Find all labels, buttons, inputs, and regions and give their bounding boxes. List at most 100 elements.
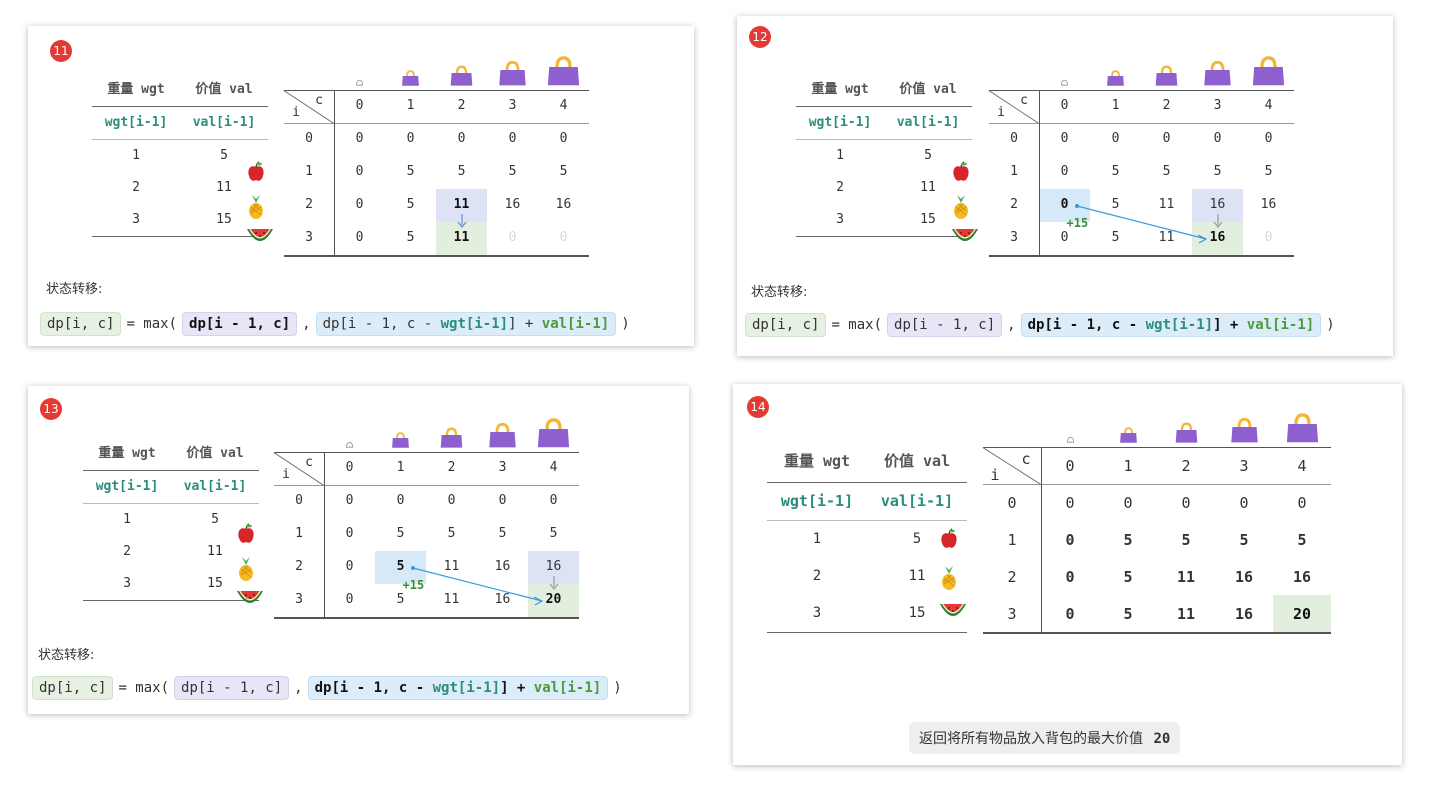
bag-size-2-icon [438, 426, 465, 453]
bag-size-1-icon [390, 431, 411, 453]
bag-size-2-icon [1153, 64, 1180, 91]
capacity-label: 4 [549, 459, 558, 475]
capacity-label: 1 [1111, 97, 1120, 113]
row-label: 3 [1010, 229, 1018, 245]
header-value: 价值 val [180, 70, 268, 107]
capacity-label: 4 [1264, 97, 1273, 113]
dp-cell: 5 [559, 163, 568, 179]
transition-formula: dp[i, c] = max( dp[i - 1, c] , dp[i - 1,… [745, 313, 1340, 337]
capacity-label: 2 [457, 97, 466, 113]
bag-size-3-icon [496, 59, 529, 91]
header-value: 价值 val [884, 70, 972, 107]
formula-max: = max( [118, 680, 170, 696]
capacity-label: 0 [1060, 97, 1069, 113]
capacity-label: 0 [1065, 456, 1075, 475]
dp-grid: i c 0 1 2 3 4 0 0 0 0 0 0 1 0 5 5 5 5 2 0 5 11 16 16 3 0 5 11 16 20 [940, 400, 1383, 634]
formula-close: ) [613, 680, 622, 696]
row-label: 1 [1007, 530, 1017, 549]
formula-lhs: dp[i, c] [745, 313, 827, 337]
corner-c-label: c [315, 93, 323, 108]
formula-comma: , [294, 680, 303, 696]
down-arrow [1213, 214, 1222, 228]
weight-cell: 1 [812, 530, 822, 547]
row-label: 1 [1010, 163, 1018, 179]
weights-table: 重量 wgt 价值 val wgt[i-1] val[i-1] 15 2 11 3 15 [767, 440, 967, 633]
corner-c-label: c [1020, 93, 1028, 108]
formula-comma: , [302, 316, 311, 332]
weight-cell: 1 [836, 147, 844, 163]
dp-cell: 0 [1297, 493, 1307, 512]
corner-i-label: i [282, 467, 290, 482]
dp-cell: 0 [508, 130, 517, 146]
header-weight: 重量 wgt [767, 440, 867, 483]
step-panel-11: 11 重量 wgt 价值 val wgt[i-1] val[i-1] 15 2 11 … [28, 26, 694, 346]
dp-cell: 5 [1111, 163, 1120, 179]
grid-header-line [284, 123, 589, 124]
dp-cell: 5 [1264, 163, 1273, 179]
dp-cell: 0 [1213, 130, 1222, 146]
dp-cell: 0 [447, 492, 456, 508]
row-label: 0 [305, 130, 313, 146]
capacity-label: 3 [508, 97, 517, 113]
capacity-label: 4 [1297, 456, 1307, 475]
dp-cell: 16 [1234, 604, 1254, 623]
down-arrow [549, 576, 558, 590]
grid-bottom-line [983, 632, 1331, 634]
dp-cell: 0 [355, 163, 364, 179]
dp-cell: 0 [498, 492, 507, 508]
capacity-label: 0 [345, 459, 354, 475]
capacity-label: 1 [1123, 456, 1133, 475]
dp-cell: 16 [504, 196, 521, 212]
dp-cell: 0 [396, 492, 405, 508]
step-panel-14: 14 重量 wgt 价值 val wgt[i-1] val[i-1] 15 2 11 … [733, 384, 1402, 765]
header-value: 价值 val [171, 434, 259, 471]
sub-weight: wgt[i-1] [92, 106, 180, 140]
dp-cell: 0 [345, 591, 354, 607]
bag-size-3-icon [486, 421, 519, 453]
down-arrow [457, 214, 466, 228]
formula-option-2: dp[i - 1, c - wgt[i-1]] + val[i-1] [1020, 313, 1322, 337]
dp-grid: i c 0 1 2 3 4 0 0 0 0 0 0 1 0 5 5 5 5 2 0 5 11 16 16 3 0 5 11 0 0 [247, 40, 634, 257]
dp-cell: 5 [508, 163, 517, 179]
step-badge: 13 [40, 398, 62, 420]
apple-icon [939, 527, 959, 554]
dp-grid: i c 0 1 2 3 4 0 0 0 0 0 0 1 0 5 5 5 5 2 0 5 11 16 16 3 0 5 11 16 20 +1… [237, 402, 624, 619]
dp-cell: 5 [1213, 163, 1222, 179]
pineapple-icon [246, 194, 266, 224]
dp-cell: 5 [1181, 530, 1191, 549]
dp-cell: 0 [559, 130, 568, 146]
dp-cell: 5 [1123, 567, 1133, 586]
corner-c-label: c [1021, 450, 1031, 468]
formula-close: ) [621, 316, 630, 332]
state-transition-label: 状态转移: [751, 285, 808, 300]
bag-size-1-icon [400, 69, 421, 91]
dp-cell: 0 [1239, 493, 1249, 512]
grid-top-line [989, 90, 1294, 91]
capacity-label: 3 [498, 459, 507, 475]
dp-cell: 5 [1162, 163, 1171, 179]
grid-top-line [983, 447, 1331, 448]
capacity-label: 2 [447, 459, 456, 475]
weight-cell: 2 [836, 179, 844, 195]
watermelon-icon [951, 227, 979, 249]
sub-weight: wgt[i-1] [796, 106, 884, 140]
corner-c-label: c [305, 455, 313, 470]
dp-cell: 5 [1239, 530, 1249, 549]
dp-cell: 16 [1292, 567, 1312, 586]
dp-cell: 0 [1123, 493, 1133, 512]
dp-cell: 0 [1060, 163, 1069, 179]
weight-cell: 2 [132, 179, 140, 195]
apple-icon [236, 522, 256, 549]
grid-top-line [284, 90, 589, 91]
sub-value: val[i-1] [867, 482, 967, 521]
capacity-label: 0 [355, 97, 364, 113]
weight-cell: 3 [767, 594, 867, 633]
formula-option-2: dp[i - 1, c - wgt[i-1]] + val[i-1] [315, 312, 617, 336]
plus-value-label: +15 [1066, 216, 1089, 230]
dp-cell: 5 [406, 196, 415, 212]
dp-cell: 0 [1264, 130, 1273, 146]
row-label: 0 [1010, 130, 1018, 146]
row-label: 0 [295, 492, 303, 508]
capacity-label: 3 [1213, 97, 1222, 113]
step-badge: 14 [747, 396, 769, 418]
